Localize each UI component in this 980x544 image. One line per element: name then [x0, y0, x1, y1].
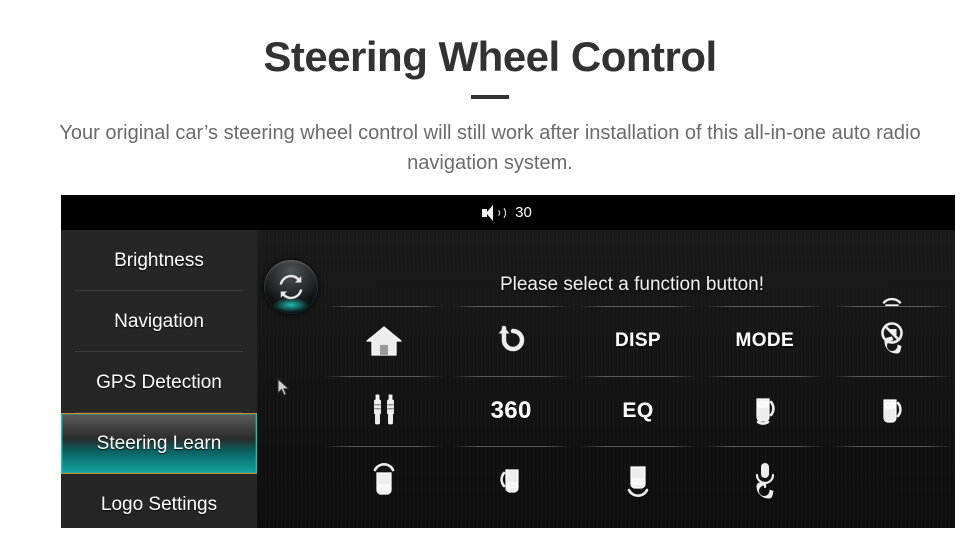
- page-subtitle: Your original car’s steering wheel contr…: [59, 122, 921, 174]
- cell-divider: [578, 306, 698, 307]
- grid-cell-label: DISP: [615, 330, 661, 351]
- car-front-sensor-icon: [374, 463, 395, 495]
- cell-divider: [705, 376, 825, 377]
- grid-cell-car-top-sensor[interactable]: [828, 280, 955, 306]
- page-title: Steering Wheel Control: [263, 33, 717, 80]
- grid-cell-360[interactable]: 360: [448, 376, 575, 446]
- settings-sidebar: Brightness Navigation GPS Detection Stee…: [61, 230, 257, 528]
- car-rear-sensor-icon: [627, 466, 649, 497]
- grid-cell-empty: [321, 280, 448, 306]
- cell-divider: [578, 376, 698, 377]
- cell-divider: [832, 376, 951, 377]
- sidebar-item-label: Navigation: [114, 310, 204, 332]
- function-button-grid: DISP MODE 360 EQ: [321, 306, 955, 528]
- sidebar-item-navigation[interactable]: Navigation: [61, 291, 257, 352]
- car-right-sensor-icon: [882, 399, 902, 423]
- grid-cell-empty: [701, 280, 828, 306]
- home-icon: [366, 326, 402, 356]
- screen-body: Brightness Navigation GPS Detection Stee…: [61, 230, 955, 528]
- sidebar-item-logo-settings[interactable]: Logo Settings: [61, 474, 257, 528]
- sidebar-item-label: Steering Learn: [96, 432, 222, 454]
- grid-cell-home[interactable]: [321, 306, 448, 376]
- grid-cell-empty: [448, 280, 575, 306]
- sidebar-item-steering-learn[interactable]: Steering Learn: [61, 413, 257, 474]
- grid-cell-label: EQ: [622, 399, 654, 422]
- grid-cell-car-front-sensor[interactable]: [321, 446, 448, 516]
- status-bar: 30: [61, 195, 955, 230]
- grid-cell-audio-jack[interactable]: [321, 376, 448, 446]
- sidebar-item-brightness[interactable]: Brightness: [61, 230, 257, 291]
- cell-divider: [325, 446, 444, 447]
- sidebar-item-label: Brightness: [114, 249, 204, 271]
- cell-divider: [451, 446, 571, 447]
- grid-cell-car-right-sensor-a[interactable]: [701, 376, 828, 446]
- grid-cell-eq[interactable]: EQ: [575, 376, 702, 446]
- car-right-sensor-icon: [756, 398, 775, 425]
- grid-cell-phone-hangup[interactable]: [828, 306, 955, 376]
- refresh-sync-icon[interactable]: [264, 260, 318, 314]
- cell-divider: [832, 446, 951, 447]
- cell-divider: [705, 306, 825, 307]
- grid-cell-empty: [828, 446, 955, 516]
- grid-cell-car-rear-sensor[interactable]: [575, 446, 702, 516]
- grid-cell-mic-call[interactable]: [701, 446, 828, 516]
- car-left-sensor-icon: [500, 469, 519, 493]
- audio-jack-icon: [374, 394, 395, 425]
- back-arrow-icon: [498, 325, 525, 352]
- steering-learn-panel: Please select a function button! DISP MO…: [257, 230, 955, 528]
- volume-value: 30: [515, 204, 532, 221]
- device-screen: 30 Brightness Navigation GPS Detection S…: [61, 195, 955, 528]
- cell-divider: [325, 376, 444, 377]
- title-divider: [471, 95, 509, 99]
- car-top-sensor-icon: [882, 297, 901, 306]
- mouse-pointer-icon: [277, 378, 290, 396]
- mic-call-icon: [755, 463, 774, 499]
- speaker-icon: [482, 204, 507, 222]
- cell-divider: [451, 376, 571, 377]
- function-grid-partial-row: [321, 280, 955, 306]
- cell-divider: [325, 306, 444, 307]
- cell-divider: [705, 446, 825, 447]
- cell-divider: [832, 306, 951, 307]
- grid-cell-label: 360: [490, 397, 532, 424]
- phone-hangup-icon: [880, 322, 903, 354]
- grid-cell-car-left-sensor[interactable]: [448, 446, 575, 516]
- grid-cell-label: MODE: [735, 330, 795, 351]
- sidebar-item-label: Logo Settings: [100, 493, 218, 515]
- grid-cell-disp[interactable]: DISP: [575, 306, 702, 376]
- sidebar-item-gps-detection[interactable]: GPS Detection: [61, 352, 257, 413]
- sidebar-item-label: GPS Detection: [96, 371, 222, 393]
- cell-divider: [451, 306, 571, 307]
- grid-cell-car-right-sensor-b[interactable]: [828, 376, 955, 446]
- cell-divider: [578, 446, 698, 447]
- grid-cell-mode[interactable]: MODE: [701, 306, 828, 376]
- page-root: Steering Wheel Control Your original car…: [0, 0, 980, 544]
- grid-cell-empty: [575, 280, 702, 306]
- grid-cell-back[interactable]: [448, 306, 575, 376]
